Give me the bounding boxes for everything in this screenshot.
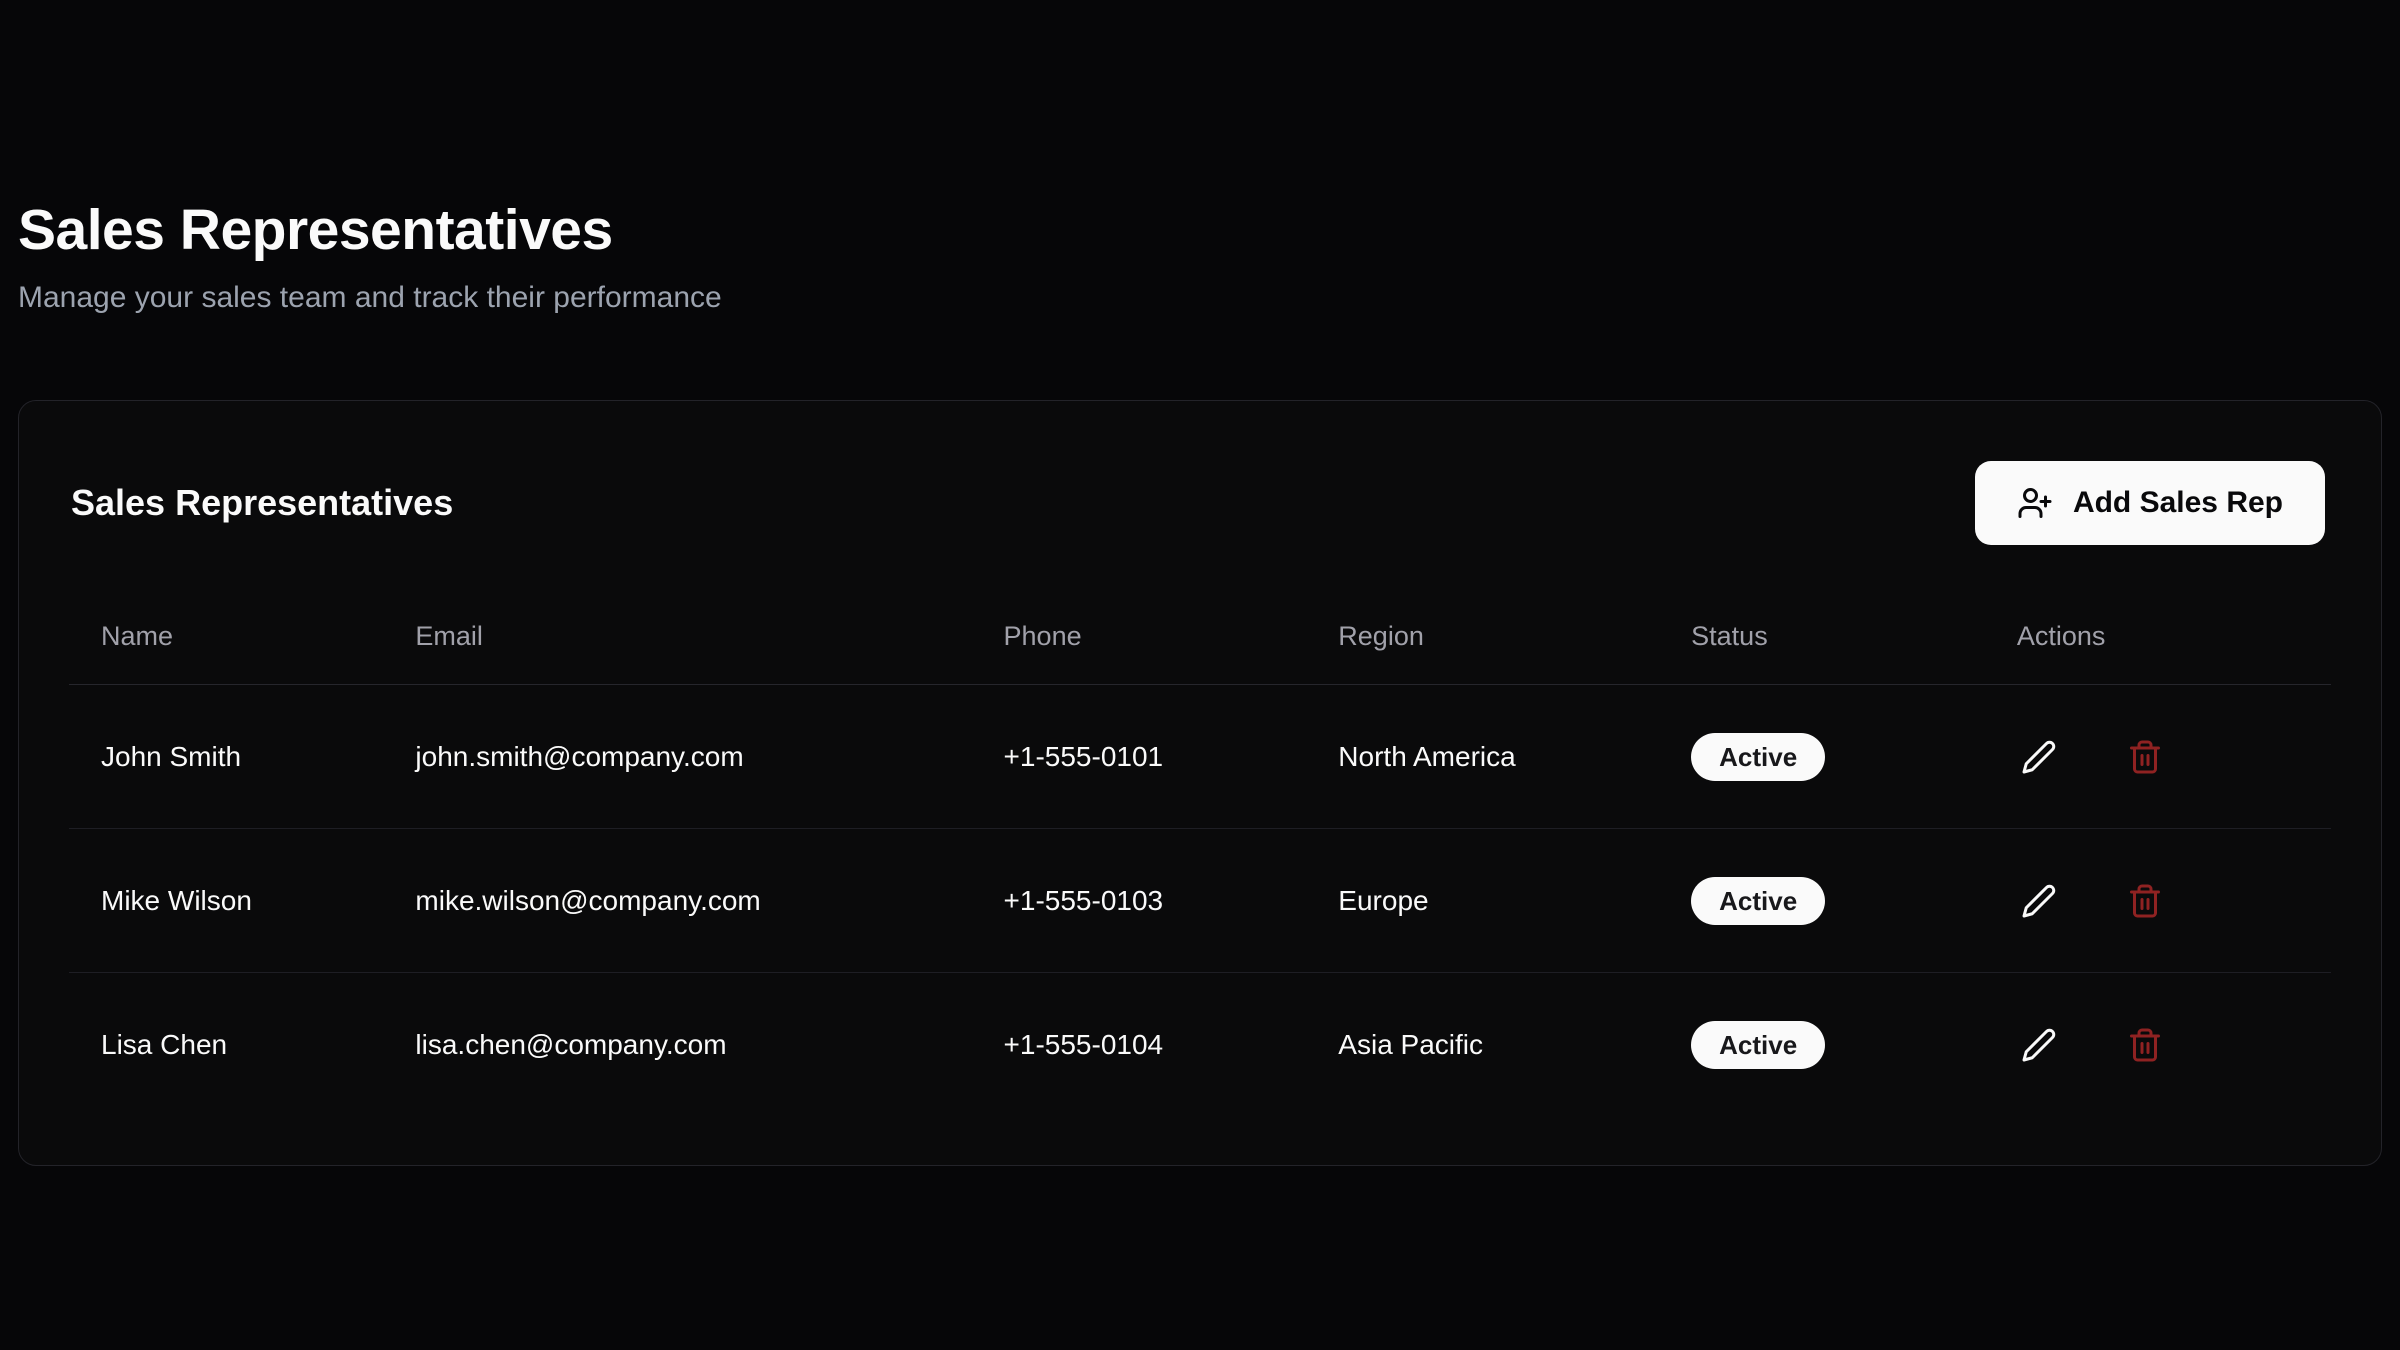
cell-email: mike.wilson@company.com	[383, 829, 971, 973]
column-header-region: Region	[1306, 545, 1659, 685]
status-badge: Active	[1691, 877, 1825, 925]
status-badge: Active	[1691, 1021, 1825, 1069]
delete-button[interactable]	[2123, 879, 2167, 923]
status-badge: Active	[1691, 733, 1825, 781]
cell-name: Mike Wilson	[69, 829, 383, 973]
column-header-phone: Phone	[972, 545, 1307, 685]
table-row: Lisa Chen lisa.chen@company.com +1-555-0…	[69, 973, 2331, 1117]
table-header-row: Name Email Phone Region Status Actions	[69, 545, 2331, 685]
column-header-email: Email	[383, 545, 971, 685]
cell-region: North America	[1306, 685, 1659, 829]
cell-email: john.smith@company.com	[383, 685, 971, 829]
cell-phone: +1-555-0101	[972, 685, 1307, 829]
card-title: Sales Representatives	[71, 480, 453, 526]
trash-icon	[2127, 883, 2163, 919]
column-header-status: Status	[1659, 545, 1985, 685]
sales-reps-table: Name Email Phone Region Status Actions J…	[69, 545, 2331, 1117]
page-subtitle: Manage your sales team and track their p…	[18, 278, 2382, 318]
delete-button[interactable]	[2123, 735, 2167, 779]
cell-phone: +1-555-0103	[972, 829, 1307, 973]
card-header: Sales Representatives Add Sales Rep	[19, 401, 2381, 545]
edit-button[interactable]	[2017, 1023, 2061, 1067]
table-row: Mike Wilson mike.wilson@company.com +1-5…	[69, 829, 2331, 973]
pencil-icon	[2021, 739, 2057, 775]
add-sales-rep-button[interactable]: Add Sales Rep	[1975, 461, 2325, 545]
pencil-icon	[2021, 883, 2057, 919]
cell-name: Lisa Chen	[69, 973, 383, 1117]
cell-email: lisa.chen@company.com	[383, 973, 971, 1117]
row-actions	[2017, 1023, 2299, 1067]
pencil-icon	[2021, 1027, 2057, 1063]
add-sales-rep-label: Add Sales Rep	[2073, 486, 2283, 520]
edit-button[interactable]	[2017, 735, 2061, 779]
page: Sales Representatives Manage your sales …	[0, 0, 2400, 1166]
user-plus-icon	[2017, 485, 2053, 521]
page-title: Sales Representatives	[18, 196, 2382, 264]
cell-region: Europe	[1306, 829, 1659, 973]
card-content: Name Email Phone Region Status Actions J…	[19, 545, 2381, 1165]
row-actions	[2017, 735, 2299, 779]
table-row: John Smith john.smith@company.com +1-555…	[69, 685, 2331, 829]
delete-button[interactable]	[2123, 1023, 2167, 1067]
cell-region: Asia Pacific	[1306, 973, 1659, 1117]
cell-phone: +1-555-0104	[972, 973, 1307, 1117]
trash-icon	[2127, 739, 2163, 775]
row-actions	[2017, 879, 2299, 923]
edit-button[interactable]	[2017, 879, 2061, 923]
column-header-name: Name	[69, 545, 383, 685]
sales-reps-card: Sales Representatives Add Sales Rep	[18, 400, 2382, 1166]
cell-name: John Smith	[69, 685, 383, 829]
column-header-actions: Actions	[1985, 545, 2331, 685]
trash-icon	[2127, 1027, 2163, 1063]
